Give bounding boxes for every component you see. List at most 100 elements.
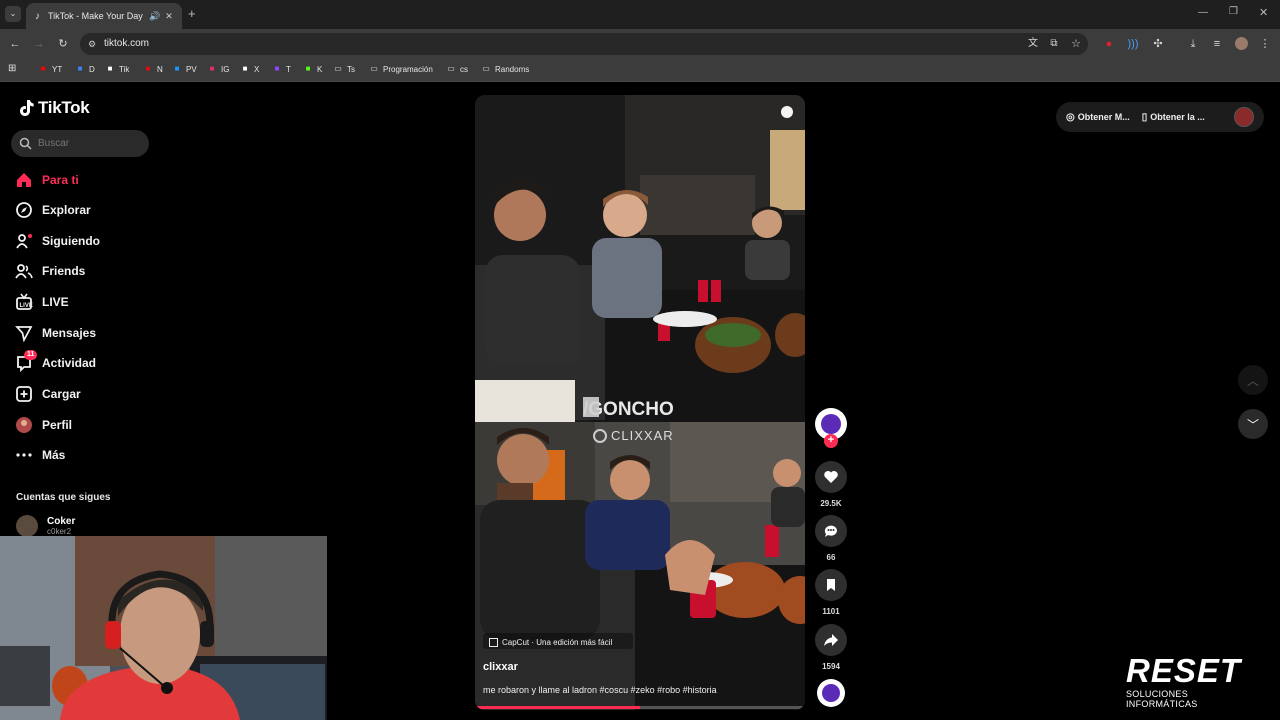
like-count: 29.5K [820, 499, 842, 508]
reload-icon[interactable]: ↻ [55, 36, 71, 52]
following-item[interactable]: Coker c0ker2 [16, 515, 75, 537]
chevron-up-icon: ︿ [1246, 373, 1259, 388]
previous-video-button[interactable]: ︿ [1238, 365, 1268, 395]
heart-icon [824, 471, 838, 483]
nav-item-friends[interactable]: Friends [15, 260, 85, 282]
get-app-button[interactable]: ▯ Obtener la ... [1142, 112, 1205, 123]
tiktok-icon: ■ [107, 64, 113, 73]
new-tab-button[interactable]: + [188, 6, 196, 21]
bookmark-k[interactable]: ■ K [303, 64, 323, 74]
instagram-icon: ■ [209, 64, 215, 73]
video-frame: /GONCHO [475, 95, 805, 710]
nav-item-mensajes[interactable]: Mensajes [15, 322, 96, 344]
phone-icon: ▯ [1141, 111, 1148, 123]
nav-item-live[interactable]: LIVE LIVE [15, 291, 69, 313]
nav-label: Cargar [42, 387, 81, 401]
get-coins-button[interactable]: ◎ Obtener M... [1066, 112, 1130, 123]
like-button[interactable] [815, 461, 847, 493]
save-button[interactable] [815, 569, 847, 601]
share-icon [824, 634, 838, 646]
nav-item-siguiendo[interactable]: Siguiendo [15, 230, 100, 252]
forward-icon[interactable]: → [31, 36, 47, 52]
nav-item-explorar[interactable]: Explorar [15, 199, 91, 221]
nav-item-cargar[interactable]: Cargar [15, 383, 81, 405]
nav-label: Más [42, 448, 66, 462]
capcut-icon [489, 638, 498, 647]
sound-disc[interactable] [817, 679, 845, 707]
share-button[interactable] [815, 624, 847, 656]
bookmark-randoms[interactable]: ▭ Randoms [481, 64, 529, 74]
bookmark-star-icon[interactable]: ☆ [1068, 36, 1084, 52]
bookmark-tik[interactable]: ■ Tik [105, 64, 130, 74]
nav-label: LIVE [42, 295, 69, 309]
video-author[interactable]: clixxar [483, 661, 518, 673]
bookmark-n[interactable]: ■ N [143, 64, 163, 74]
bookmark-d[interactable]: ■ D [75, 64, 95, 74]
tiktok-logo[interactable]: TikTok [16, 98, 90, 118]
speaker-icon[interactable]: 🔊 [148, 11, 162, 22]
folder-icon: ▭ [447, 64, 455, 73]
address-bar[interactable]: ⚙ tiktok.com [80, 33, 1088, 55]
menu-kebab-icon[interactable]: ⋮ [1257, 36, 1273, 52]
browser-tab[interactable]: ♪ TikTok - Make Your Day 🔊 ✕ [26, 3, 182, 29]
extensions-puzzle-icon[interactable]: ✣ [1150, 36, 1166, 52]
bookmark-t[interactable]: ■ T [272, 64, 291, 74]
extension-wave-icon[interactable]: ))) [1125, 36, 1141, 52]
apps-grid-icon[interactable]: ⊞ [8, 63, 16, 74]
progress-track[interactable] [475, 706, 805, 709]
bookmark-label: IG [221, 64, 230, 74]
bookmark-programaci-n[interactable]: ▭ Programación [369, 64, 433, 74]
nav-label: Explorar [42, 203, 91, 217]
kick-icon: ■ [305, 64, 311, 73]
bookmark-yt[interactable]: ■ YT [38, 64, 63, 74]
bookmark-label: K [317, 64, 323, 74]
close-tab-icon[interactable]: ✕ [162, 11, 176, 22]
chevron-down-icon: ﹀ [1246, 417, 1259, 432]
search-input[interactable] [38, 138, 138, 149]
top-right-actions: ◎ Obtener M... ▯ Obtener la ... [1056, 102, 1264, 132]
user-following-icon [15, 232, 33, 250]
download-icon[interactable]: ⤓ [1185, 36, 1201, 52]
follow-plus-button[interactable]: + [824, 434, 838, 448]
bookmark-x[interactable]: ■ X [240, 64, 260, 74]
comment-button[interactable] [815, 515, 847, 547]
bookmark-icon [827, 579, 835, 591]
bookmark-pv[interactable]: ■ PV [172, 64, 197, 74]
search-icon [19, 137, 32, 150]
reading-list-icon[interactable]: ≡ [1209, 36, 1225, 52]
profile-avatar[interactable] [1234, 107, 1254, 127]
folder-icon: ▭ [482, 64, 490, 73]
clixxar-logo-icon [593, 428, 607, 443]
bookmark-cs[interactable]: ▭ cs [446, 64, 468, 74]
cast-icon[interactable]: ⧉ [1046, 36, 1062, 52]
back-icon[interactable]: ← [7, 36, 23, 52]
nav-label: Perfil [42, 418, 73, 432]
bookmark-ts[interactable]: ▭ Ts [333, 64, 355, 74]
tab-search-button[interactable]: ⌄ [5, 6, 21, 22]
profile-avatar-icon[interactable] [1233, 36, 1249, 52]
nav-item-actividad[interactable]: 11 Actividad [15, 350, 96, 374]
coin-icon: ◎ [1066, 111, 1075, 123]
bookmark-ig[interactable]: ■ IG [207, 64, 230, 74]
site-info-icon[interactable]: ⚙ [88, 33, 96, 55]
extension-red-icon[interactable]: ● [1101, 36, 1117, 52]
video-player[interactable]: /GONCHO CLIXXAR CapCut · Una edición más… [475, 95, 805, 710]
send-icon [15, 324, 33, 342]
share-count: 1594 [822, 662, 840, 671]
bookmark-label: Randoms [495, 64, 530, 74]
tiktok-note-icon [20, 100, 34, 116]
nav-item-para-ti[interactable]: Para ti [15, 169, 79, 191]
nav-item-perfil[interactable]: Perfil [15, 414, 72, 436]
search-bar[interactable] [11, 130, 149, 157]
close-window-button[interactable]: ✕ [1259, 6, 1268, 19]
folder-icon: ▭ [334, 64, 342, 73]
nav-item-m-s[interactable]: Más [15, 444, 65, 466]
minimize-button[interactable]: — [1198, 7, 1208, 18]
tab-title: TikTok - Make Your Day [48, 11, 143, 21]
bookmark-label: Programación [383, 64, 433, 74]
translate-icon[interactable]: 文 [1025, 36, 1041, 52]
capcut-label[interactable]: CapCut · Una edición más fácil [489, 638, 612, 647]
restore-button[interactable]: ❐ [1229, 6, 1238, 17]
next-video-button[interactable]: ﹀ [1238, 409, 1268, 439]
avatar-icon [15, 416, 33, 434]
